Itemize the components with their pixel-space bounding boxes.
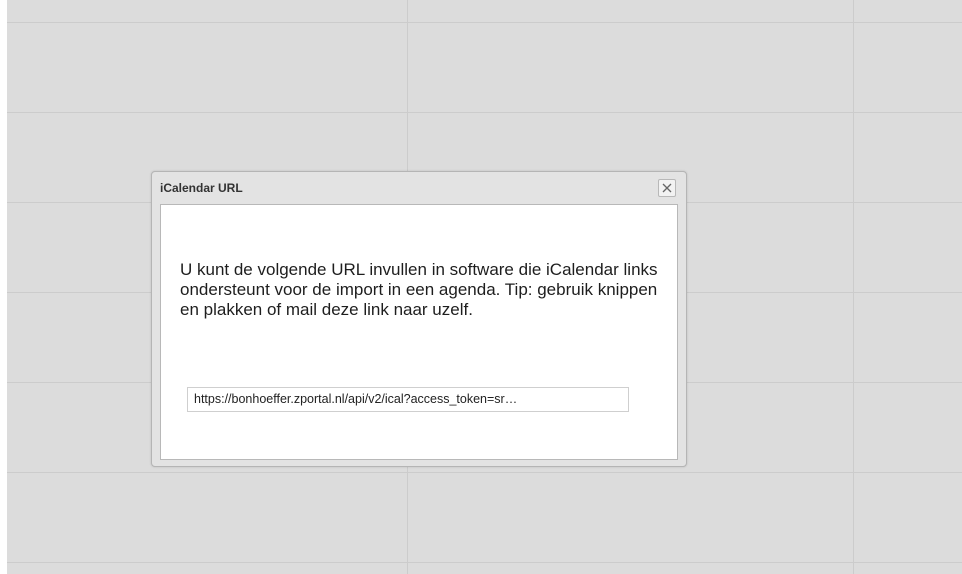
- grid-line: [7, 112, 962, 113]
- dialog-message: U kunt de volgende URL invullen in softw…: [180, 260, 658, 319]
- dialog-title: iCalendar URL: [160, 181, 243, 195]
- icalendar-dialog: iCalendar URL U kunt de volgende URL inv…: [151, 171, 687, 467]
- ical-url-field[interactable]: https://bonhoeffer.zportal.nl/api/v2/ica…: [187, 387, 629, 412]
- close-x-icon: [662, 183, 672, 193]
- grid-line: [7, 562, 962, 563]
- grid-line: [7, 22, 962, 23]
- close-button[interactable]: [658, 179, 676, 197]
- grid-line: [853, 0, 854, 574]
- dialog-body: U kunt de volgende URL invullen in softw…: [160, 204, 678, 460]
- grid-line: [7, 472, 962, 473]
